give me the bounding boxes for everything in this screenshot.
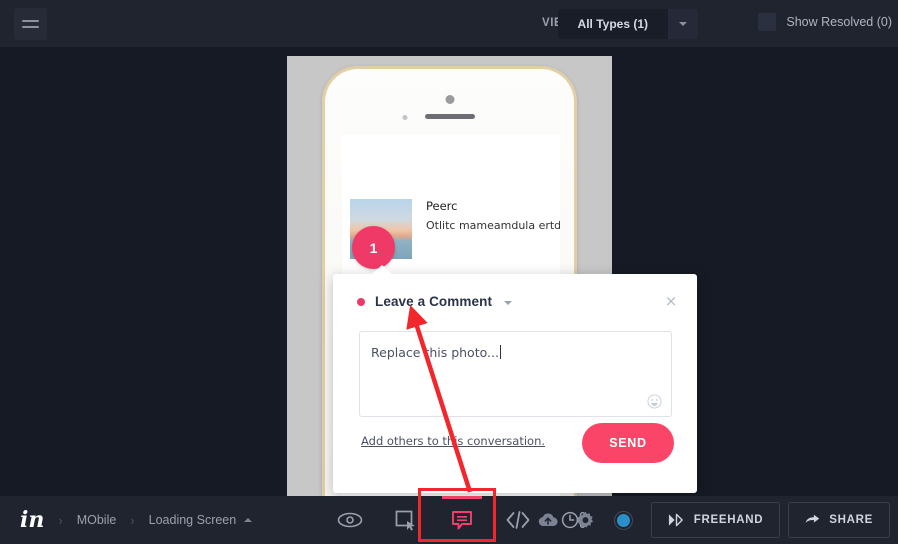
send-button[interactable]: SEND bbox=[582, 423, 674, 463]
freehand-button[interactable]: FREEHAND bbox=[650, 502, 781, 538]
chevron-up-icon[interactable] bbox=[244, 518, 253, 522]
breadcrumb-separator: › bbox=[58, 512, 63, 528]
hamburger-icon-line bbox=[22, 26, 39, 28]
text-cursor bbox=[499, 345, 501, 359]
chevron-down-icon[interactable] bbox=[504, 300, 513, 305]
show-resolved-label: Show Resolved (0) bbox=[786, 15, 892, 29]
share-button[interactable]: SHARE bbox=[788, 502, 890, 538]
prototype-canvas[interactable]: Peerc Otlitc mameamdula ertdua. Caiqer S… bbox=[0, 48, 898, 496]
smiley-icon[interactable] bbox=[647, 394, 662, 409]
sync-cloud-icon[interactable] bbox=[529, 496, 567, 544]
comment-type-filter[interactable]: All Types (1) bbox=[557, 9, 698, 39]
list-item-title: Peerc bbox=[426, 199, 458, 213]
comment-input[interactable]: Replace this photo... bbox=[359, 331, 672, 417]
freehand-label: FREEHAND bbox=[693, 514, 764, 526]
hamburger-icon-line bbox=[22, 20, 39, 22]
phone-volume-button bbox=[322, 309, 324, 335]
comment-icon[interactable] bbox=[434, 496, 490, 544]
comment-pin-badge[interactable]: 1 bbox=[352, 226, 395, 269]
phone-volume-button bbox=[322, 259, 324, 285]
comment-type-dot-icon bbox=[357, 297, 365, 306]
comment-input-value: Replace this photo... bbox=[371, 345, 501, 360]
breadcrumb-project[interactable]: MObile bbox=[77, 513, 117, 527]
phone-volume-button bbox=[322, 219, 324, 245]
preview-eye-icon[interactable] bbox=[322, 496, 378, 544]
popup-title: Leave a Comment bbox=[375, 294, 493, 309]
chevron-down-icon[interactable] bbox=[668, 9, 698, 39]
share-label: SHARE bbox=[829, 514, 873, 526]
avatar bbox=[615, 511, 633, 529]
show-resolved-toggle[interactable]: Show Resolved (0) bbox=[758, 13, 892, 31]
top-toolbar: VIEW: All Types (1) Show Resolved (0) bbox=[0, 0, 898, 48]
close-icon[interactable]: × bbox=[663, 294, 679, 310]
user-avatar[interactable] bbox=[605, 496, 643, 544]
phone-sensor-icon bbox=[402, 115, 407, 120]
breadcrumb-screen-label: Loading Screen bbox=[148, 513, 237, 527]
phone-camera-icon bbox=[445, 95, 454, 104]
breadcrumb-screen[interactable]: Loading Screen bbox=[149, 513, 253, 527]
list-item-text: Otlitc mameamdula ertdua. Caiqer bbox=[426, 219, 560, 232]
leave-a-comment-popup: Leave a Comment × Replace this photo... … bbox=[333, 265, 697, 493]
comment-input-text: Replace this photo... bbox=[371, 345, 499, 360]
comment-type-filter-value[interactable]: All Types (1) bbox=[557, 9, 668, 39]
right-tool-group: FREEHAND SHARE bbox=[529, 496, 890, 544]
invision-prototype-app: VIEW: All Types (1) Show Resolved (0) bbox=[0, 0, 898, 544]
invision-logo[interactable]: in bbox=[20, 509, 44, 531]
share-arrow-icon bbox=[805, 514, 820, 523]
hamburger-menu-button[interactable] bbox=[14, 8, 47, 40]
popup-tail bbox=[371, 265, 393, 275]
freehand-icon bbox=[668, 513, 683, 527]
phone-speaker-icon bbox=[424, 114, 475, 119]
bottom-toolbar: in › MObile › Loading Screen FREEHAND SH… bbox=[0, 496, 898, 544]
add-others-link[interactable]: Add others to this conversation. bbox=[361, 434, 545, 448]
checkbox-icon[interactable] bbox=[758, 13, 777, 31]
build-cursor-icon[interactable] bbox=[378, 496, 434, 544]
popup-header: Leave a Comment bbox=[357, 294, 513, 309]
settings-gear-icon[interactable] bbox=[567, 496, 605, 544]
breadcrumb-separator: › bbox=[130, 512, 135, 528]
